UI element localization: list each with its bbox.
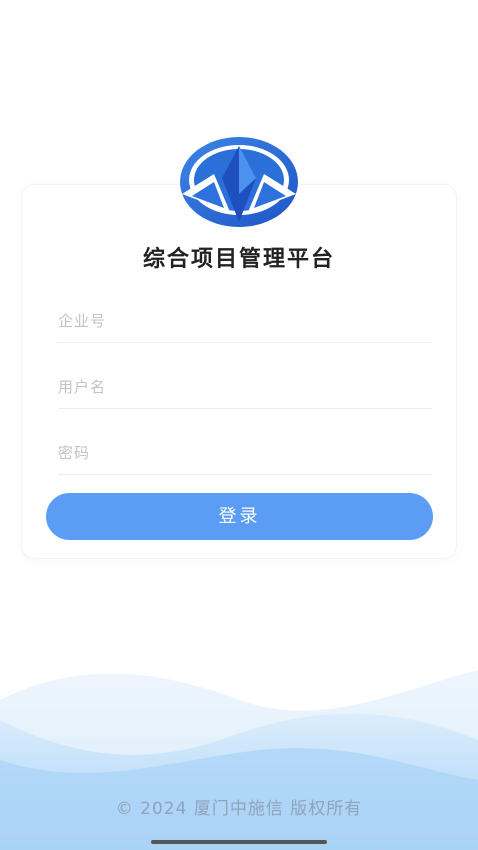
username-input[interactable] [58,368,432,406]
password-input[interactable] [58,434,432,472]
app-title: 综合项目管理平台 [142,247,335,272]
username-field[interactable] [58,368,432,409]
home-indicator[interactable] [151,840,327,844]
company-field[interactable] [58,302,432,343]
mountain-emblem-logo-icon [180,137,298,227]
password-field[interactable] [58,434,432,475]
login-button[interactable]: 登录 [46,493,433,540]
company-input[interactable] [58,302,432,340]
copyright-text: © 2024 厦门中施信 版权所有 [115,799,363,819]
